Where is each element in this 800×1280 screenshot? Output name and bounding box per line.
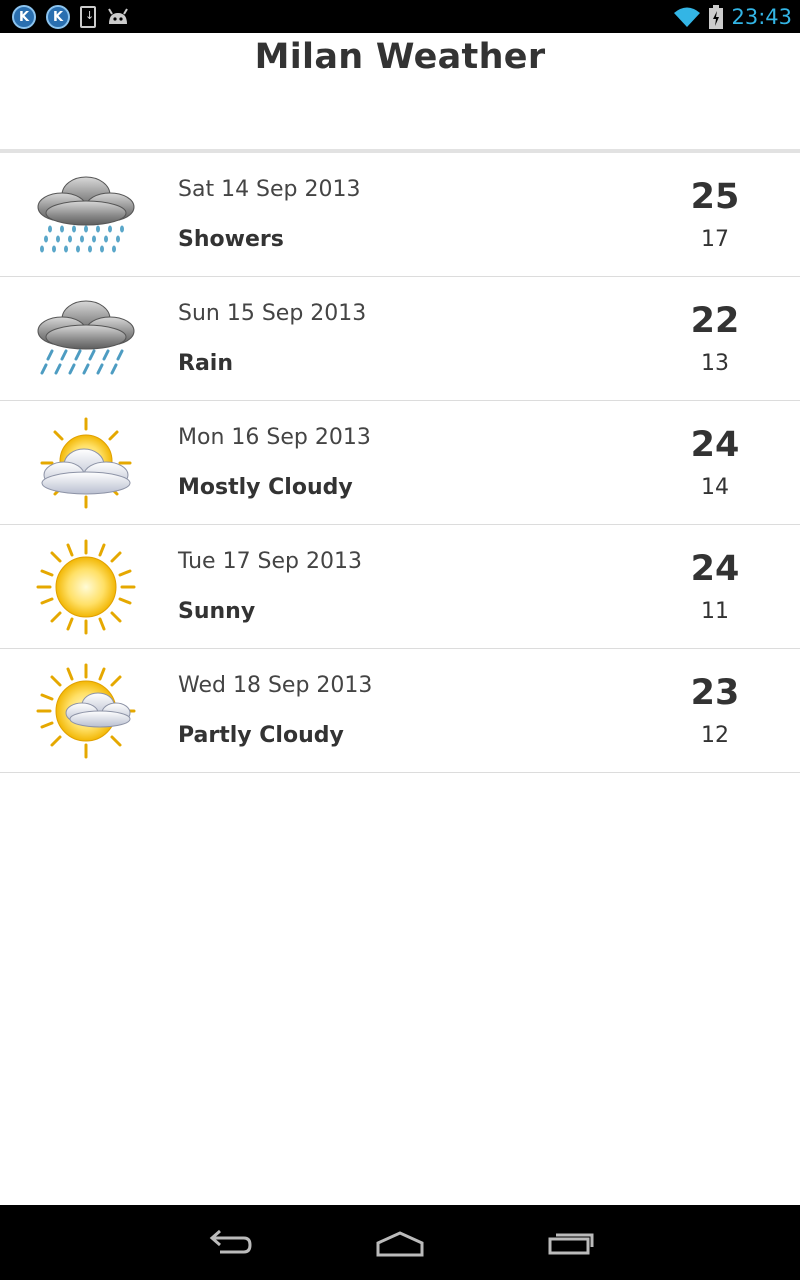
- page-title: Milan Weather: [254, 37, 546, 77]
- forecast-date: Tue 17 Sep 2013: [178, 549, 363, 574]
- forecast-date: Mon 16 Sep 2013: [178, 425, 371, 450]
- forecast-row[interactable]: Tue 17 Sep 2013 Sunny 24 11: [0, 525, 800, 649]
- forecast-date: Wed 18 Sep 2013: [178, 673, 373, 698]
- status-bar: K K ↓ 23:43: [0, 0, 800, 33]
- forecast-condition: Partly Cloudy: [178, 723, 344, 748]
- temp-high: 23: [690, 673, 740, 713]
- forecast-row[interactable]: Sat 14 Sep 2013 Showers 25 17: [0, 153, 800, 277]
- k-app-icon: K: [46, 5, 70, 29]
- temp-high: 24: [690, 549, 740, 589]
- wifi-icon: [674, 7, 701, 27]
- showers-icon: [37, 176, 135, 253]
- temp-low: 13: [701, 351, 729, 376]
- recent-apps-icon: [548, 1233, 594, 1255]
- home-button[interactable]: [370, 1225, 430, 1261]
- forecast-condition: Showers: [178, 227, 284, 252]
- temp-high: 24: [690, 425, 740, 465]
- back-button[interactable]: [200, 1225, 260, 1261]
- temp-high: 22: [690, 301, 740, 341]
- rain-icon: [37, 300, 135, 375]
- forecast-condition: Rain: [178, 351, 233, 376]
- navigation-bar: [0, 1205, 800, 1280]
- android-debug-icon: [108, 8, 128, 24]
- header: Milan Weather: [0, 33, 800, 150]
- download-icon: ↓: [80, 6, 96, 28]
- temp-low: 12: [701, 723, 729, 748]
- forecast-date: Sun 15 Sep 2013: [178, 301, 367, 326]
- forecast-condition: Mostly Cloudy: [178, 475, 353, 500]
- battery-charging-icon: [709, 5, 724, 29]
- forecast-row[interactable]: Sun 15 Sep 2013 Rain 22 13: [0, 277, 800, 401]
- temp-low: 17: [701, 227, 729, 252]
- k-app-icon: K: [12, 5, 36, 29]
- notification-icons: K K ↓: [12, 4, 130, 30]
- temp-low: 11: [701, 599, 729, 624]
- forecast-date: Sat 14 Sep 2013: [178, 177, 361, 202]
- recent-apps-button[interactable]: [541, 1225, 601, 1261]
- back-icon: [209, 1229, 252, 1254]
- forecast-row[interactable]: Wed 18 Sep 2013 Partly Cloudy 23 12: [0, 649, 800, 773]
- forecast-list: Sat 14 Sep 2013 Showers 25 17 Sun 15 Sep…: [0, 153, 800, 773]
- temp-low: 14: [701, 475, 729, 500]
- home-icon: [376, 1231, 424, 1257]
- system-icons: 23:43: [673, 4, 792, 30]
- partly-cloudy-icon: [36, 663, 136, 759]
- status-clock: 23:43: [731, 5, 792, 29]
- forecast-condition: Sunny: [178, 599, 256, 624]
- sunny-icon: [36, 539, 136, 635]
- forecast-row[interactable]: Mon 16 Sep 2013 Mostly Cloudy 24 14: [0, 401, 800, 525]
- temp-high: 25: [690, 177, 740, 217]
- mostly-cloudy-icon: [40, 417, 132, 509]
